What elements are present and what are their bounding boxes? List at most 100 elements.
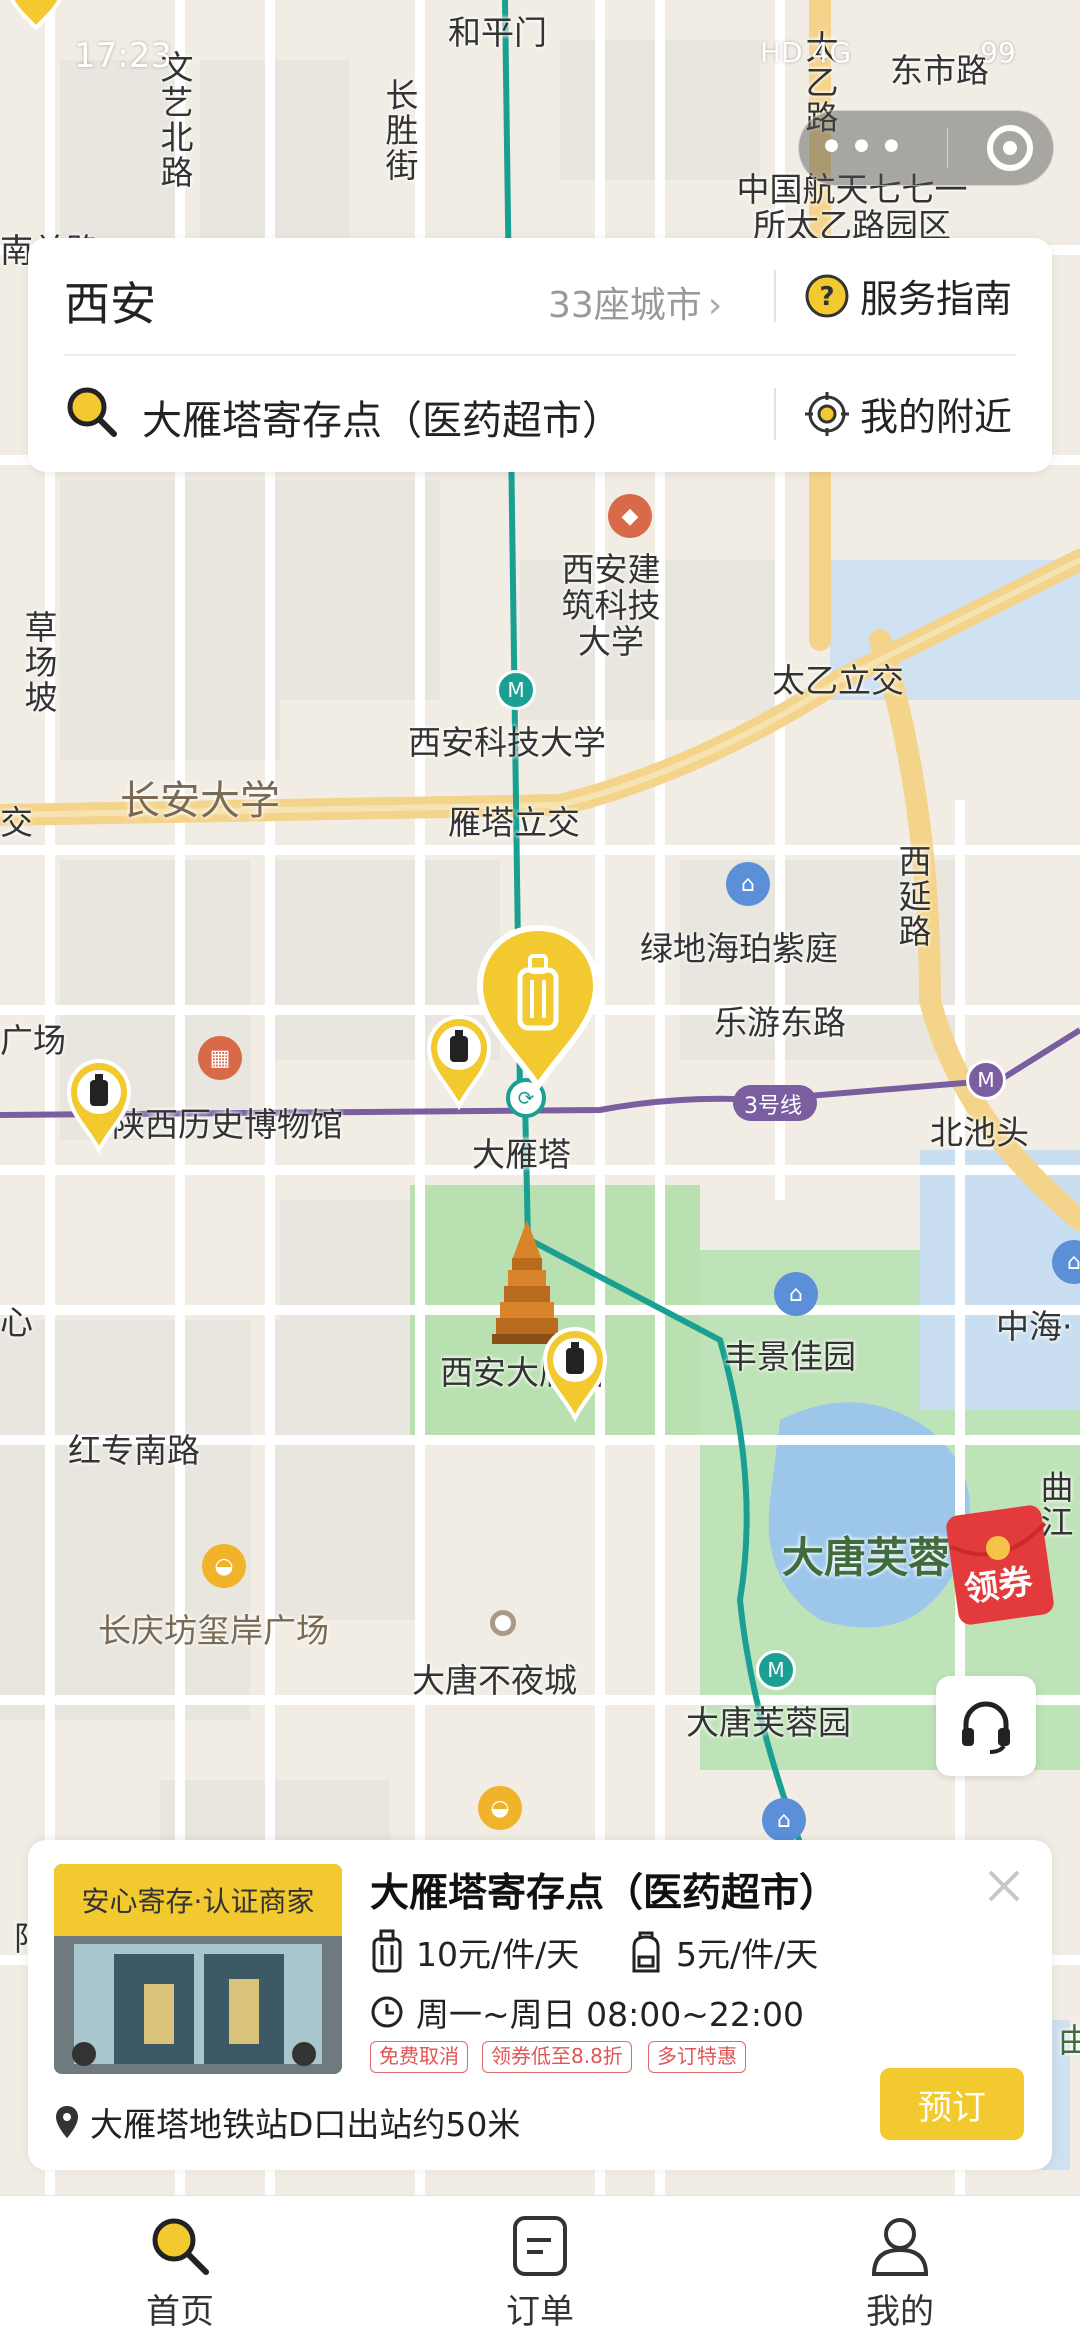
- map-label: 大唐芙蓉园: [686, 1703, 851, 1742]
- bottom-tab-bar: 首页 订单 我的: [0, 2195, 1080, 2340]
- business-hours-text: 周一~周日 08:00~22:00: [416, 1995, 804, 2034]
- promo-tag: 免费取消: [370, 2041, 468, 2073]
- map-label: 广场: [0, 1021, 66, 1060]
- metro-station-icon[interactable]: M: [756, 1650, 796, 1690]
- clock-icon: [371, 1996, 403, 2028]
- storage-pin[interactable]: [426, 1014, 492, 1110]
- tab-home-label: 首页: [146, 2292, 214, 2332]
- map-label: 西安科技大学: [408, 723, 606, 762]
- svg-text:?: ?: [819, 282, 834, 312]
- tab-profile-label: 我的: [866, 2292, 934, 2332]
- status-time: 17:23: [74, 36, 172, 76]
- metro-station-icon[interactable]: M: [496, 670, 536, 710]
- divider: [774, 270, 776, 322]
- nearby-label: 我的附近: [860, 395, 1013, 439]
- map-label: 草场坡: [19, 610, 58, 715]
- current-city[interactable]: 西安: [64, 268, 156, 334]
- metro-line-badge: 3号线: [744, 1094, 802, 1119]
- store-address: 大雁塔地铁站D口出站约50米: [54, 2098, 520, 2146]
- coupon-label: 领券: [962, 1561, 1035, 1611]
- locate-icon: [805, 391, 849, 436]
- coupon-button[interactable]: 领券: [946, 1500, 1066, 1626]
- map-label: 丰景佳园: [724, 1337, 856, 1376]
- business-hours: 周一~周日 08:00~22:00: [370, 1988, 804, 2036]
- promo-tag: 领券低至8.8折: [482, 2041, 632, 2073]
- university-icon[interactable]: ◆: [608, 494, 652, 538]
- top-search-panel: 西安 33座城市 › ? 服务指南 大雁塔寄存点（医药超市） 我的附近: [28, 238, 1052, 472]
- map-label: 红专南路: [68, 1431, 200, 1470]
- map-label: 太乙立交: [772, 661, 904, 700]
- map-label: 中海·: [996, 1307, 1073, 1346]
- storage-info-card[interactable]: 安心寄存·认证商家 大雁塔寄存点（医药超市） 10元/件/天 5元/件/天 周一…: [28, 1840, 1052, 2170]
- storage-pin[interactable]: [66, 1058, 132, 1154]
- more-icon[interactable]: •••: [819, 126, 909, 170]
- headset-icon: [962, 1701, 1010, 1754]
- museum-icon[interactable]: ▦: [198, 1036, 242, 1080]
- service-guide-label: 服务指南: [860, 277, 1013, 321]
- map-label: 心: [0, 1303, 33, 1342]
- city-row: 西安 33座城市 › ? 服务指南: [28, 238, 1052, 354]
- help-icon: ?: [805, 274, 849, 317]
- map-label: 西安建筑科技大学: [561, 550, 661, 661]
- map-label: 西延路: [893, 844, 932, 949]
- tab-orders[interactable]: 订单: [450, 2196, 630, 2340]
- app-root: { "colors":{"accent":"#f2c92e","metro_li…: [0, 0, 1080, 2340]
- chevron-right-icon: ›: [707, 285, 723, 326]
- map-label: 北池头: [930, 1113, 1029, 1152]
- map-label: 大唐芙蓉: [782, 1533, 951, 1582]
- price-bag: 5元/件/天: [628, 1928, 818, 1976]
- order-icon: [513, 2216, 567, 2276]
- landmark-icon[interactable]: [490, 1610, 516, 1636]
- price-luggage: 10元/件/天: [370, 1928, 579, 1976]
- tab-profile[interactable]: 我的: [810, 2196, 990, 2340]
- price-bag-text: 5元/件/天: [676, 1935, 819, 1974]
- residence-icon[interactable]: ⌂: [774, 1272, 818, 1316]
- certified-badge: 安心寄存·认证商家: [54, 1864, 342, 1936]
- close-icon[interactable]: [980, 1862, 1028, 1910]
- nearby-button[interactable]: 我的附近: [804, 386, 1012, 441]
- city-count-label: 33座城市: [548, 285, 702, 326]
- status-network: HD 4G: [760, 36, 852, 69]
- storage-pin[interactable]: [542, 1326, 608, 1422]
- map-label: 由: [1058, 2021, 1080, 2060]
- battery-level: 99: [980, 36, 1016, 69]
- tab-orders-label: 订单: [506, 2292, 574, 2332]
- miniprogram-capsule: •••: [798, 110, 1054, 186]
- map-label: 长庆坊玺岸广场: [98, 1611, 329, 1650]
- map-label: 陕西历史博物馆: [112, 1105, 343, 1144]
- map-label: 乐游东路: [714, 1003, 846, 1042]
- search-input[interactable]: 大雁塔寄存点（医药超市）: [142, 388, 622, 446]
- location-pin-icon: [56, 2106, 78, 2138]
- selected-storage-pin[interactable]: [476, 924, 600, 1090]
- search-row[interactable]: 大雁塔寄存点（医药超市） 我的附近: [28, 356, 1052, 472]
- close-miniprogram-icon[interactable]: [987, 125, 1034, 171]
- shopping-icon[interactable]: ◒: [202, 1544, 246, 1588]
- residence-icon[interactable]: ⌂: [726, 862, 770, 906]
- promo-tag: 多订特惠: [648, 2041, 746, 2073]
- store-address-text: 大雁塔地铁站D口出站约50米: [90, 2105, 521, 2144]
- store-title: 大雁塔寄存点（医药超市）: [370, 1871, 839, 1916]
- map-label: 长安大学: [120, 778, 280, 824]
- status-bar: 17:23 HD 4G 99: [0, 0, 1080, 110]
- price-luggage-text: 10元/件/天: [416, 1935, 580, 1974]
- map-label: 绿地海珀紫庭: [640, 929, 838, 968]
- tab-home[interactable]: 首页: [90, 2196, 270, 2340]
- shopping-icon[interactable]: ◒: [478, 1786, 522, 1830]
- search-icon: [67, 387, 117, 437]
- map-label: 交: [0, 803, 33, 842]
- luggage-icon: [372, 1929, 402, 1973]
- map-label: 大唐不夜城: [412, 1661, 577, 1700]
- metro-station-icon[interactable]: M: [966, 1060, 1006, 1100]
- customer-service-button[interactable]: [936, 1676, 1036, 1776]
- map-label: 大雁塔: [472, 1135, 571, 1174]
- person-icon: [871, 2218, 929, 2276]
- store-photo: 安心寄存·认证商家: [54, 1864, 342, 2074]
- book-button[interactable]: 预订: [880, 2068, 1024, 2140]
- service-guide-button[interactable]: ? 服务指南: [804, 268, 1012, 323]
- capsule-divider: [947, 128, 949, 168]
- map-label: 雁塔立交: [448, 803, 580, 842]
- city-count-link[interactable]: 33座城市 ›: [548, 276, 722, 328]
- search-icon: [152, 2218, 209, 2275]
- divider: [774, 388, 776, 440]
- residence-icon[interactable]: ⌂: [762, 1798, 806, 1842]
